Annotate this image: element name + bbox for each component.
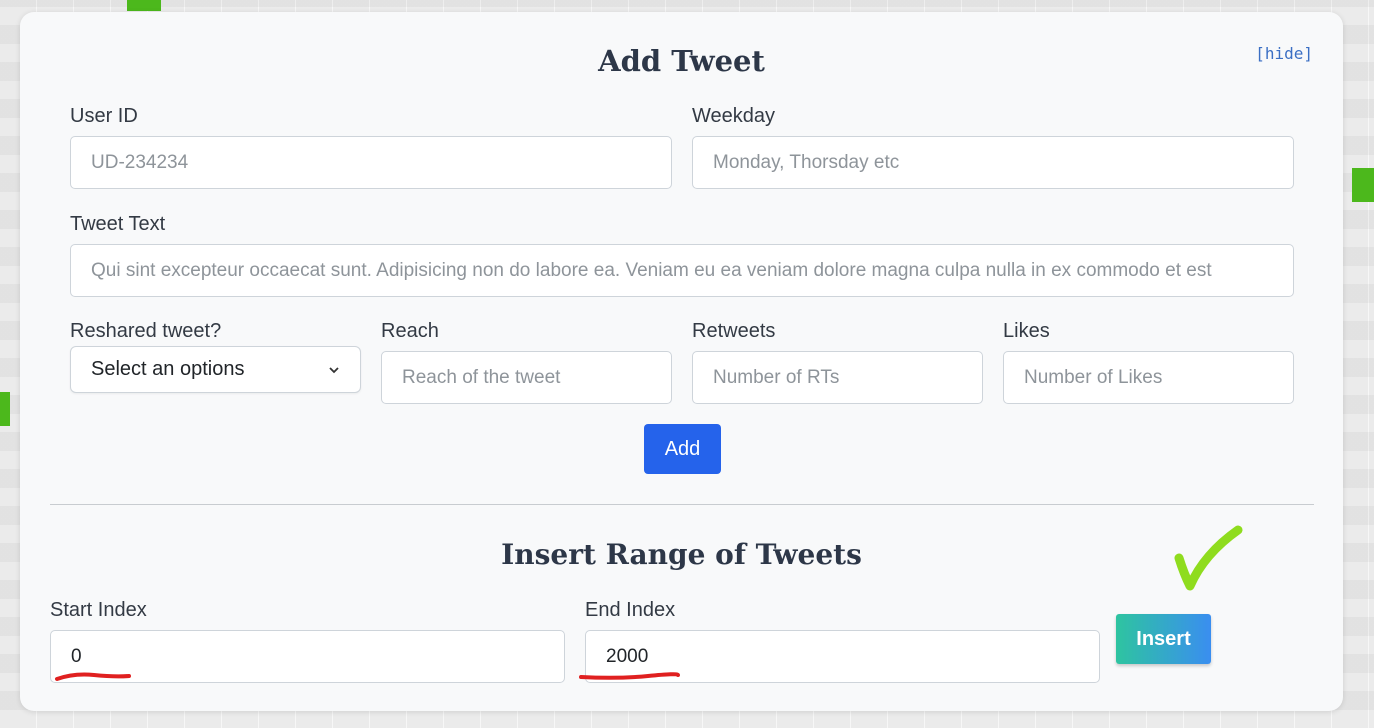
likes-field: Likes bbox=[1003, 319, 1294, 404]
start-index-field: Start Index bbox=[50, 598, 565, 683]
tweet-text-input[interactable] bbox=[70, 244, 1294, 297]
start-index-label: Start Index bbox=[50, 599, 147, 621]
reach-field: Reach bbox=[381, 319, 672, 404]
likes-label: Likes bbox=[1003, 320, 1050, 342]
retweets-field: Retweets bbox=[692, 319, 983, 404]
tweet-text-field: Tweet Text bbox=[70, 212, 1294, 297]
likes-input[interactable] bbox=[1003, 351, 1294, 404]
reshared-field: Reshared tweet? Select an options bbox=[70, 319, 361, 393]
user-id-input[interactable] bbox=[70, 136, 672, 189]
add-button[interactable]: Add bbox=[644, 424, 721, 474]
user-id-label: User ID bbox=[70, 105, 138, 127]
background-tile-green bbox=[1352, 168, 1374, 202]
add-tweet-title: Add Tweet bbox=[598, 44, 765, 78]
tweet-text-label: Tweet Text bbox=[70, 213, 166, 235]
background-tile-green bbox=[127, 0, 161, 11]
user-id-field: User ID bbox=[70, 104, 672, 189]
weekday-label: Weekday bbox=[692, 105, 776, 127]
reshared-label: Reshared tweet? bbox=[70, 320, 222, 342]
insert-button[interactable]: Insert bbox=[1116, 614, 1211, 664]
chevron-down-icon bbox=[329, 366, 339, 373]
reshared-selected-value: Select an options bbox=[91, 358, 245, 380]
insert-range-title: Insert Range of Tweets bbox=[501, 538, 862, 571]
section-divider bbox=[50, 504, 1314, 505]
retweets-input[interactable] bbox=[692, 351, 983, 404]
red-underline-icon bbox=[579, 672, 680, 680]
reshared-select[interactable]: Select an options bbox=[70, 346, 361, 393]
weekday-input[interactable] bbox=[692, 136, 1294, 189]
weekday-field: Weekday bbox=[692, 104, 1294, 189]
end-index-label: End Index bbox=[585, 599, 676, 621]
background-tile-green bbox=[0, 392, 10, 426]
form-card: [hide] Add Tweet User ID Weekday Tweet T… bbox=[20, 12, 1343, 711]
green-checkmark-icon bbox=[1174, 525, 1243, 591]
reach-label: Reach bbox=[381, 320, 439, 342]
red-underline-icon bbox=[55, 672, 131, 681]
retweets-label: Retweets bbox=[692, 320, 776, 342]
reach-input[interactable] bbox=[381, 351, 672, 404]
